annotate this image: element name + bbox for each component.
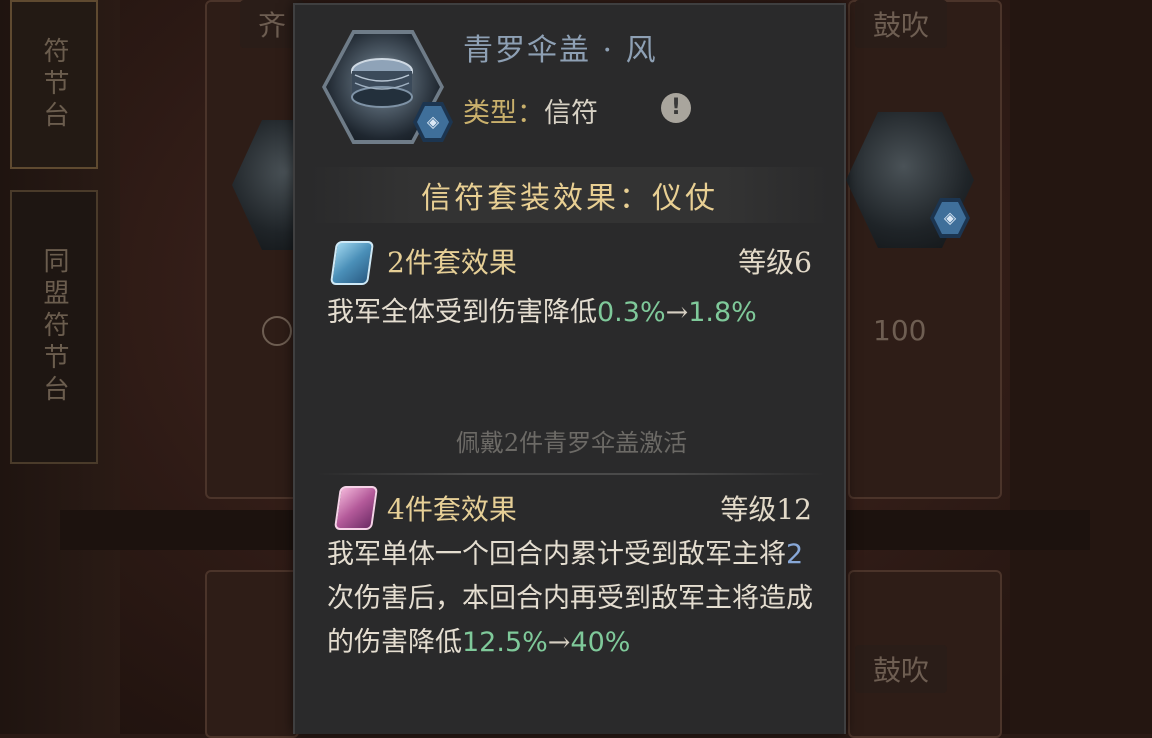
bg-slot-card-right [848,0,1002,499]
item-type-label: 类型： [463,98,544,129]
bg-stat-icon-left [262,316,292,346]
item-type: 类型：信符 [463,91,598,130]
item-tooltip: ◈ 青罗伞盖 · 风 类型：信符 ! 信符套装效果：仪仗 2件套效果 等级6 我… [293,3,846,734]
umbrella-canopy-icon [351,58,413,108]
bg-slot-card-left-lower [205,570,299,738]
section-divider [317,473,825,475]
tier2-description: 我军全体受到伤害降低0.3%→1.8% [327,291,817,335]
tier2-level: 等级6 [738,246,812,279]
tab-fujietai-label: 符节台 [39,36,69,133]
bg-bottom-right-label: 鼓吹 [855,645,948,693]
tab-alliance-fujietai[interactable]: 同盟符节台 [10,190,98,464]
blue-talisman-icon [329,241,375,285]
tab-fujietai[interactable]: 符节台 [10,0,98,169]
activation-hint: 佩戴2件青罗伞盖激活 [455,429,688,457]
tier2-title: 2件套效果 [387,246,517,279]
info-icon[interactable]: ! [661,93,691,123]
item-name: 青罗伞盖 · 风 [463,33,658,68]
tier4-from-value: 12.5% [462,627,548,658]
bg-right-edge [1010,0,1152,734]
tier4-level: 等级12 [720,493,812,526]
tier4-desc-part1: 我军单体一个回合内累计受到敌军主将 [327,539,786,570]
tier2-from-value: 0.3% [597,297,666,328]
tier4-description: 我军单体一个回合内累计受到敌军主将2次伤害后，本回合内再受到敌军主将造成的伤害降… [327,533,817,665]
talisman-badge-icon: ◈ [417,106,449,138]
tier4-to-value: 40% [570,627,631,658]
tier2-to-value: 1.8% [688,297,757,328]
tier4-title: 4件套效果 [387,493,517,526]
talisman-badge-icon: ◈ [934,202,966,234]
item-type-value: 信符 [544,98,598,129]
set-effect-title: 信符套装效果：仪仗 [421,181,718,216]
set-effect-header: 信符套装效果：仪仗 [309,167,830,223]
tier4-arrow: → [547,627,571,658]
tier2-arrow: → [665,297,689,328]
bg-right-value: 100 [873,314,927,347]
tab-alliance-fujietai-label: 同盟符节台 [39,247,69,407]
purple-talisman-icon [333,486,379,530]
tier2-desc-text: 我军全体受到伤害降低 [327,297,597,328]
tier4-hit-count: 2 [786,539,804,570]
bg-top-right-label: 鼓吹 [855,0,948,48]
